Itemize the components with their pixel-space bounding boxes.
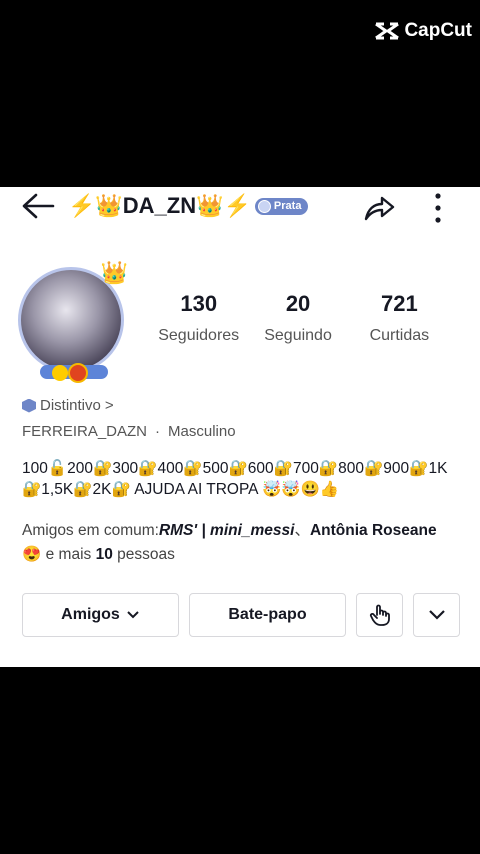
avatar-gem-red (68, 363, 88, 383)
distintivo-label: Distintivo (40, 397, 101, 414)
stat-followers[interactable]: 130 Seguidores (150, 291, 247, 345)
mutual-friend-2: Antônia Roseane (309, 522, 437, 539)
back-arrow-icon[interactable] (20, 191, 56, 221)
avatar-gem-yellow (52, 365, 68, 381)
prata-badge[interactable]: Prata (254, 197, 309, 215)
top-bar: ⚡👑DA_ZN👑⚡ Prata (0, 187, 480, 227)
expand-button[interactable] (413, 593, 460, 637)
stat-followers-value: 130 (180, 291, 218, 316)
chevron-down-icon (127, 611, 139, 619)
capcut-watermark: CapCut (374, 20, 472, 42)
mutual-mais: e mais (41, 546, 96, 563)
username: FERREIRA_DAZN (22, 423, 148, 440)
heart-eyes-emoji: 😍 (22, 546, 42, 563)
mutual-friends[interactable]: Amigos em comum:RMS' | mini_messi、Antôni… (22, 519, 468, 567)
chat-button[interactable]: Bate-papo (189, 593, 346, 637)
meta-separator: · (155, 423, 161, 440)
mutual-prefix: Amigos em comum: (22, 522, 159, 539)
crown-icon: 👑 (100, 261, 128, 286)
stat-likes-value: 721 (380, 291, 418, 316)
capcut-logo-icon (375, 22, 400, 40)
hand-tap-icon (369, 604, 390, 626)
title-row: ⚡👑DA_ZN👑⚡ Prata (68, 193, 309, 219)
bio-text: 100🔓200🔐300🔐400🔐500🔐600🔐700🔐800🔐900🔐1K🔐1… (22, 460, 448, 498)
chevron-down-icon (428, 610, 445, 620)
poke-button[interactable] (356, 593, 403, 637)
distintivo-hex-icon (22, 398, 36, 413)
mutual-friend-1: RMS' | mini_messi (158, 522, 295, 539)
profile-title: ⚡👑DA_ZN👑⚡ (68, 193, 251, 218)
chat-button-label: Bate-papo (228, 606, 307, 623)
stat-followers-label: Seguidores (158, 327, 240, 344)
stat-following-value: 20 (285, 291, 311, 316)
stats-row: 130 Seguidores 20 Seguindo 721 Curtidas (150, 291, 450, 345)
mutual-suffix: pessoas (112, 546, 175, 563)
profile-meta: FERREIRA_DAZN · Masculino (22, 423, 236, 440)
badge-medal-icon (257, 199, 271, 213)
share-icon[interactable] (362, 191, 396, 223)
chevron-right-icon: > (104, 397, 114, 414)
stat-likes-label: Curtidas (369, 327, 430, 344)
watermark-label: CapCut (404, 20, 472, 41)
mutual-sep: 、 (294, 522, 310, 539)
badge-label: Prata (273, 200, 302, 212)
gender: Masculino (168, 423, 236, 440)
avatar[interactable]: 👑 (18, 261, 128, 383)
profile-panel: ⚡👑DA_ZN👑⚡ Prata 👑 130 Seguidores 20 Segu… (0, 187, 480, 667)
stat-likes[interactable]: 721 Curtidas (349, 291, 450, 345)
mutual-count: 10 (95, 546, 113, 563)
more-options-icon[interactable] (428, 191, 448, 223)
stat-following[interactable]: 20 Seguindo (247, 291, 348, 345)
friends-button[interactable]: Amigos (22, 593, 179, 637)
stat-following-label: Seguindo (264, 327, 332, 344)
distintivo-link[interactable]: Distintivo > (22, 397, 114, 414)
action-buttons: Amigos Bate-papo (22, 593, 460, 637)
friends-button-label: Amigos (61, 606, 120, 623)
